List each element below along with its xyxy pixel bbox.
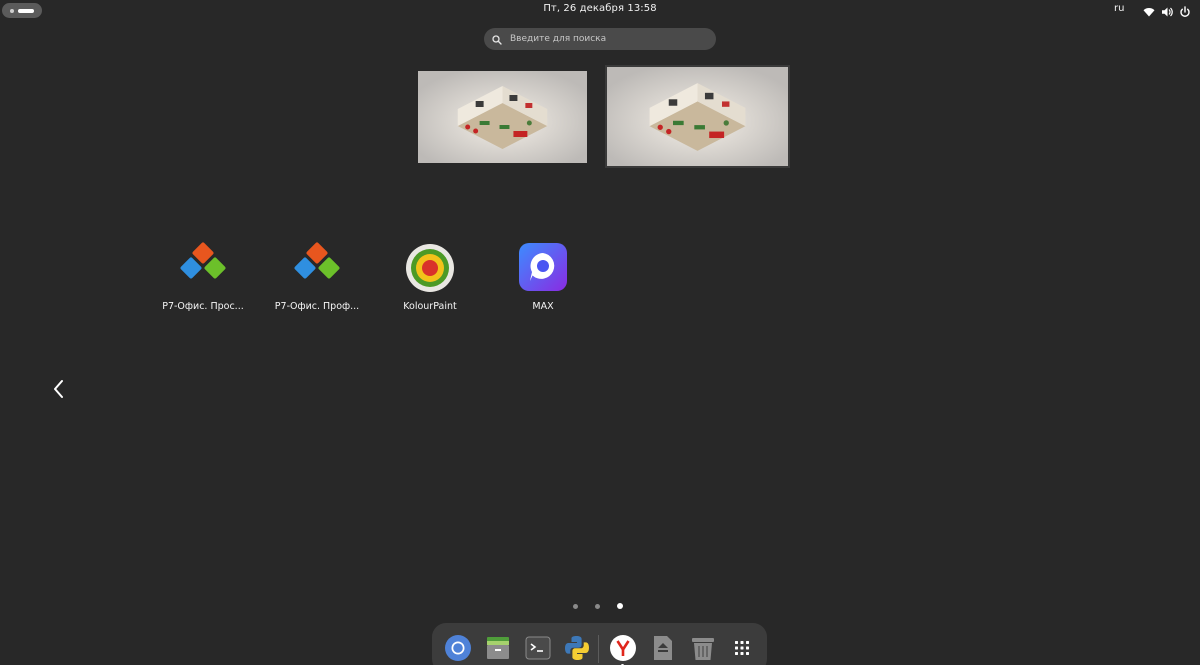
language-indicator[interactable]: ru bbox=[1114, 3, 1124, 14]
kolourpaint-icon bbox=[405, 242, 455, 292]
chromium-icon[interactable] bbox=[444, 634, 472, 662]
r7-office-icon bbox=[178, 242, 228, 292]
office-wallpaper-image bbox=[418, 71, 587, 163]
top-bar: Пт, 26 декабря 13:58 ru bbox=[0, 0, 1200, 20]
office-wallpaper-image bbox=[607, 67, 788, 166]
dock-separator bbox=[598, 635, 599, 663]
terminal-icon[interactable] bbox=[524, 634, 552, 662]
workspace-thumbnail-1[interactable] bbox=[418, 71, 587, 163]
page-indicator bbox=[573, 603, 623, 609]
eject-drive-icon[interactable] bbox=[649, 634, 677, 662]
search-input[interactable] bbox=[510, 34, 700, 44]
show-apps-grid-icon[interactable] bbox=[728, 634, 756, 662]
workspace-thumbnail-2[interactable] bbox=[605, 65, 790, 168]
app-tile-r7-office-professional[interactable]: Р7-Офис. Проф... bbox=[267, 242, 367, 332]
power-icon bbox=[1179, 3, 1191, 17]
page-dot-2[interactable] bbox=[595, 603, 600, 609]
search-bar[interactable] bbox=[484, 28, 716, 50]
archive-manager-icon[interactable] bbox=[484, 634, 512, 662]
app-tile-r7-office-standard[interactable]: Р7-Офис. Прос... bbox=[153, 242, 253, 332]
search-icon bbox=[492, 30, 502, 49]
system-menu[interactable] bbox=[1143, 3, 1191, 17]
app-label: Р7-Офис. Прос... bbox=[162, 301, 244, 312]
trash-icon[interactable] bbox=[689, 634, 717, 662]
r7-office-icon bbox=[292, 242, 342, 292]
app-label: KolourPaint bbox=[403, 301, 457, 312]
wifi-icon bbox=[1143, 3, 1155, 17]
previous-page-button[interactable] bbox=[48, 377, 70, 401]
app-tile-kolourpaint[interactable]: KolourPaint bbox=[380, 242, 480, 332]
app-label: Р7-Офис. Проф... bbox=[274, 301, 360, 312]
clock[interactable]: Пт, 26 декабря 13:58 bbox=[0, 3, 1200, 14]
yandex-browser-icon[interactable] bbox=[609, 634, 637, 662]
page-dot-1[interactable] bbox=[573, 603, 578, 609]
app-label: MAX bbox=[532, 301, 554, 312]
dash-dock bbox=[432, 623, 767, 665]
chevron-left-icon bbox=[48, 380, 70, 405]
app-overview-screen: Пт, 26 декабря 13:58 ru Введите для поис… bbox=[0, 0, 1200, 665]
python-icon[interactable] bbox=[563, 634, 591, 662]
app-tile-max[interactable]: MAX bbox=[493, 242, 593, 332]
max-messenger-icon bbox=[518, 242, 568, 292]
volume-icon bbox=[1161, 3, 1173, 17]
page-dot-3-active[interactable] bbox=[617, 603, 623, 609]
